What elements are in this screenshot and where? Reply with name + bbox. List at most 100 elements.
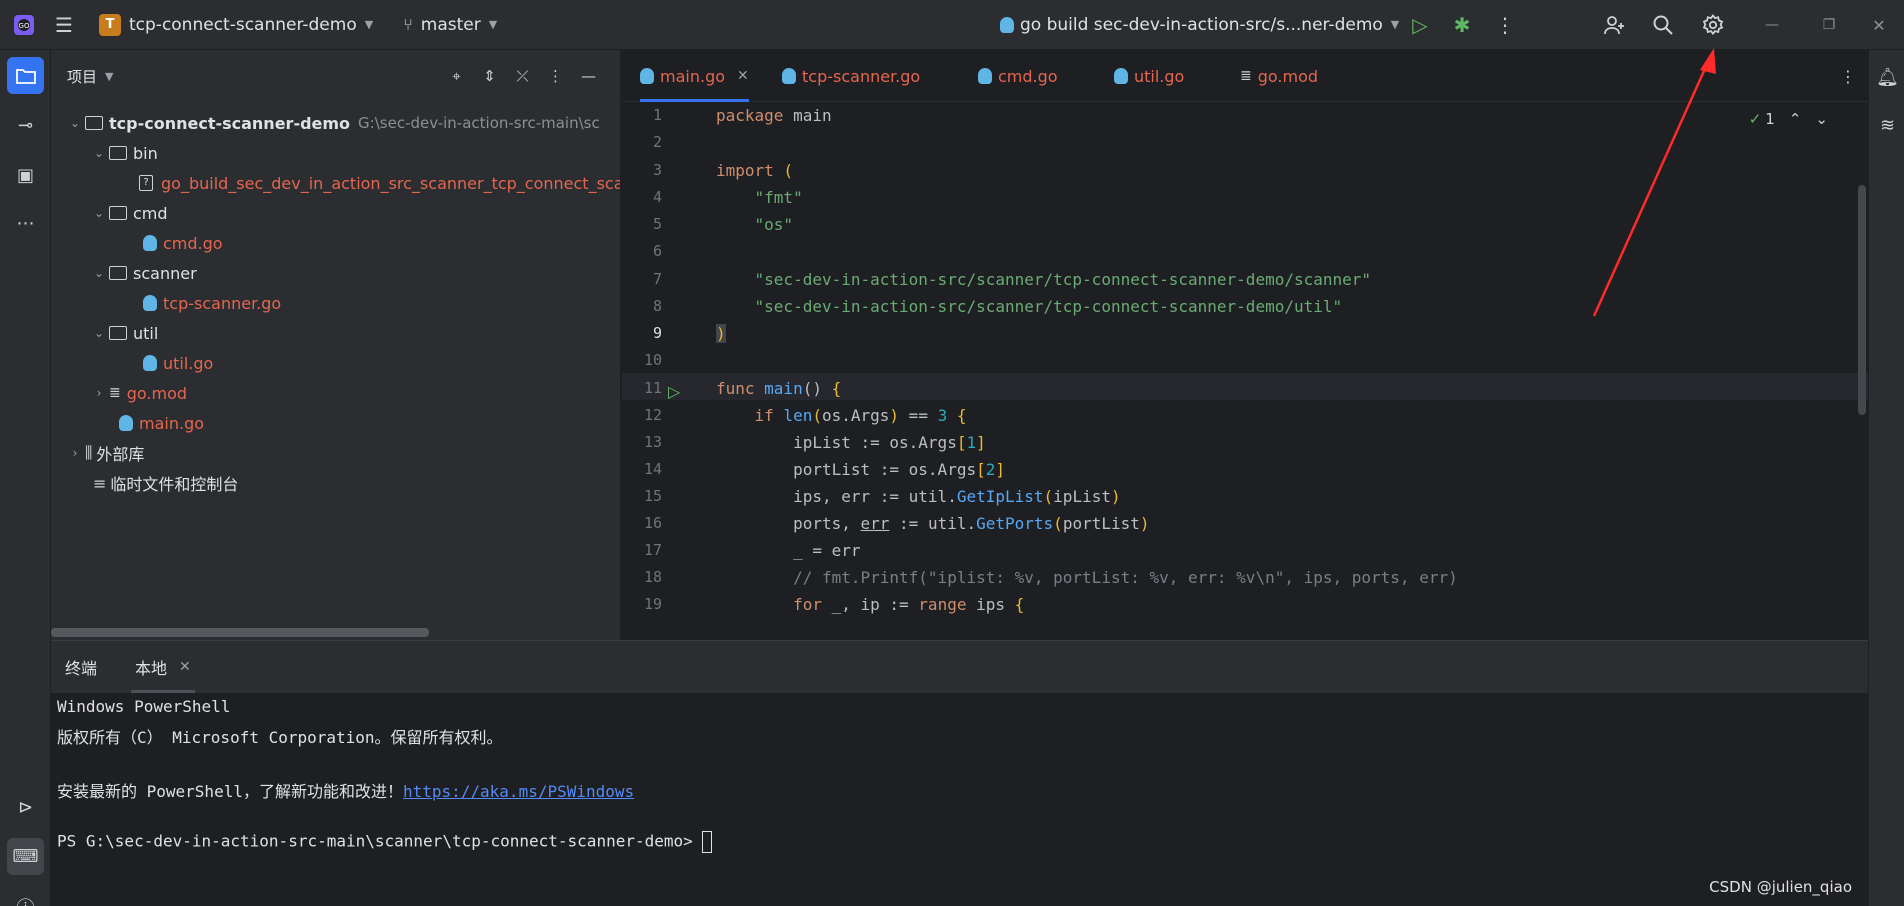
line-number: 13 bbox=[643, 433, 662, 451]
line-number: 18 bbox=[643, 568, 662, 586]
options-icon[interactable]: ⋮ bbox=[542, 62, 569, 89]
tree-item-binary[interactable]: ? go_build_sec_dev_in_action_src_scanner… bbox=[139, 168, 620, 198]
project-tool-folder-icon[interactable] bbox=[7, 57, 44, 94]
maximize-icon[interactable]: ❐ bbox=[1812, 8, 1846, 42]
minimize-icon[interactable]: — bbox=[1755, 8, 1789, 42]
powershell-link[interactable]: https://aka.ms/PSWindows bbox=[403, 782, 634, 801]
goland-logo-icon[interactable]: GO bbox=[7, 8, 41, 42]
code-line: ) bbox=[716, 324, 726, 343]
code-line: "fmt" bbox=[716, 188, 803, 207]
debug-icon[interactable]: ✱ bbox=[1445, 8, 1479, 42]
project-switcher[interactable]: T tcp-connect-scanner-demo ▼ bbox=[99, 0, 373, 50]
chevron-down-icon[interactable]: ▼ bbox=[105, 70, 113, 83]
chevron-right-icon[interactable]: › bbox=[65, 446, 85, 460]
run-icon[interactable]: ▷ bbox=[1403, 8, 1437, 42]
run-main-gutter-icon[interactable]: ▷ bbox=[668, 382, 680, 401]
chevron-down-icon[interactable]: ⌄ bbox=[89, 326, 109, 340]
tree-item-tcp-scanner-go[interactable]: tcp-scanner.go bbox=[143, 288, 281, 318]
code-line: for _, ip := range ips { bbox=[716, 595, 1025, 614]
services-icon[interactable]: ⊳ bbox=[7, 789, 44, 826]
editor-area: main.go ✕ tcp-scanner.go cmd.go util.go … bbox=[622, 50, 1868, 640]
tab-cmd-go[interactable]: cmd.go bbox=[978, 50, 1058, 102]
tree-item-root[interactable]: ⌄ tcp-connect-scanner-demo G:\sec-dev-in… bbox=[65, 108, 600, 138]
code-line: import ( bbox=[716, 161, 794, 180]
vertical-scrollbar[interactable] bbox=[1858, 185, 1866, 415]
more-actions-icon[interactable]: ⋮ bbox=[1488, 8, 1522, 42]
tab-local[interactable]: 本地 ✕ bbox=[131, 641, 195, 693]
code-line: package main bbox=[716, 106, 832, 125]
terminal-icon[interactable]: ⌨ bbox=[7, 838, 44, 875]
horizontal-scrollbar[interactable] bbox=[51, 628, 429, 637]
tab-main-go[interactable]: main.go ✕ bbox=[640, 50, 749, 102]
terminal-prompt[interactable]: PS G:\sec-dev-in-action-src-main\scanner… bbox=[57, 831, 713, 853]
collapse-all-icon[interactable]: ⤫ bbox=[509, 62, 536, 89]
tree-item-external-libraries[interactable]: › ⫼ 外部库 bbox=[65, 438, 145, 468]
tree-item-go-mod[interactable]: › ≣ go.mod bbox=[89, 378, 187, 408]
project-badge: T bbox=[99, 13, 121, 36]
line-number: 4 bbox=[652, 188, 662, 206]
tab-label: tcp-scanner.go bbox=[802, 66, 921, 86]
tree-item-main-go[interactable]: main.go bbox=[119, 408, 204, 438]
run-config-selector[interactable]: go build sec-dev-in-action-src/s...ner-d… bbox=[1000, 0, 1399, 50]
tree-item-label: bin bbox=[133, 143, 158, 163]
code-line: ips, err := util.GetIpList(ipList) bbox=[716, 487, 1121, 506]
title-bar: GO ☰ T tcp-connect-scanner-demo ▼ ⑂ mast… bbox=[0, 0, 1904, 50]
chevron-down-icon: ▼ bbox=[1390, 18, 1400, 31]
folder-icon bbox=[85, 116, 103, 130]
go-file-icon bbox=[640, 68, 654, 84]
tree-item-bin[interactable]: ⌄ bin bbox=[89, 138, 158, 168]
tab-options-icon[interactable]: ⋮ bbox=[1840, 50, 1856, 102]
tree-item-label: go.mod bbox=[126, 383, 188, 403]
database-icon[interactable]: ≋ bbox=[1869, 107, 1904, 144]
inspection-widget[interactable]: ✓ 1 ⌃ ⌄ bbox=[1749, 110, 1828, 128]
tree-item-label: tcp-scanner.go bbox=[163, 293, 282, 313]
chevron-down-icon[interactable]: ⌄ bbox=[1815, 110, 1828, 128]
folder-icon bbox=[109, 266, 127, 280]
close-tab-icon[interactable]: ✕ bbox=[737, 68, 749, 84]
tree-item-cmd[interactable]: ⌄ cmd bbox=[89, 198, 168, 228]
hide-panel-icon[interactable]: — bbox=[575, 62, 602, 89]
tab-util-go[interactable]: util.go bbox=[1114, 50, 1184, 102]
go-file-icon bbox=[1000, 16, 1014, 33]
go-file-icon bbox=[143, 235, 157, 251]
notifications-bell-icon[interactable]: 🔔︎ bbox=[1869, 59, 1904, 96]
tree-item-util-go[interactable]: util.go bbox=[143, 348, 213, 378]
tab-tcp-scanner-go[interactable]: tcp-scanner.go bbox=[782, 50, 920, 102]
tree-item-label: util.go bbox=[163, 353, 214, 373]
line-number: 7 bbox=[652, 270, 662, 288]
code-line: portList := os.Args[2] bbox=[716, 460, 1006, 479]
tree-item-cmd-go[interactable]: cmd.go bbox=[143, 228, 223, 258]
problems-icon[interactable]: ⓘ bbox=[7, 888, 44, 906]
unknown-file-icon: ? bbox=[139, 175, 153, 191]
close-tab-icon[interactable]: ✕ bbox=[179, 659, 191, 675]
tab-go-mod[interactable]: ≣ go.mod bbox=[1240, 50, 1318, 102]
close-window-icon[interactable]: ✕ bbox=[1862, 8, 1896, 42]
locate-file-icon[interactable]: ⌖ bbox=[443, 62, 470, 89]
chevron-down-icon[interactable]: ⌄ bbox=[89, 266, 109, 280]
chevron-down-icon[interactable]: ⌄ bbox=[89, 146, 109, 160]
line-number: 8 bbox=[652, 297, 662, 315]
mod-file-icon: ≣ bbox=[1240, 68, 1252, 84]
chevron-right-icon[interactable]: › bbox=[89, 386, 109, 400]
structure-icon[interactable]: ▣ bbox=[7, 157, 44, 194]
tree-item-util[interactable]: ⌄ util bbox=[89, 318, 158, 348]
tree-item-scratches[interactable]: ≡ 临时文件和控制台 bbox=[93, 468, 238, 498]
chevron-down-icon[interactable]: ⌄ bbox=[89, 206, 109, 220]
main-menu-icon[interactable]: ☰ bbox=[47, 8, 81, 42]
more-tools-icon[interactable]: ⋯ bbox=[7, 205, 44, 242]
expand-all-icon[interactable]: ⇕ bbox=[476, 62, 503, 89]
tree-item-scanner[interactable]: ⌄ scanner bbox=[89, 258, 197, 288]
terminal-panel: 终端 本地 ✕ Windows PowerShell 版权所有（C） Micro… bbox=[51, 640, 1868, 906]
tree-item-label: main.go bbox=[139, 413, 205, 433]
settings-gear-icon[interactable] bbox=[1696, 8, 1730, 42]
chevron-up-icon[interactable]: ⌃ bbox=[1789, 110, 1802, 128]
chevron-down-icon[interactable]: ⌄ bbox=[65, 116, 85, 130]
commit-icon[interactable]: ⊸ bbox=[7, 107, 44, 144]
search-icon[interactable] bbox=[1646, 8, 1680, 42]
install-message: 安装最新的 PowerShell，了解新功能和改进！ bbox=[57, 782, 403, 801]
project-panel-title[interactable]: 项目 bbox=[67, 66, 97, 87]
add-user-icon[interactable] bbox=[1597, 8, 1631, 42]
branch-switcher[interactable]: ⑂ master ▼ bbox=[403, 0, 497, 50]
line-number: 1 bbox=[652, 106, 662, 124]
inspection-ok-icon: ✓ bbox=[1748, 110, 1762, 128]
